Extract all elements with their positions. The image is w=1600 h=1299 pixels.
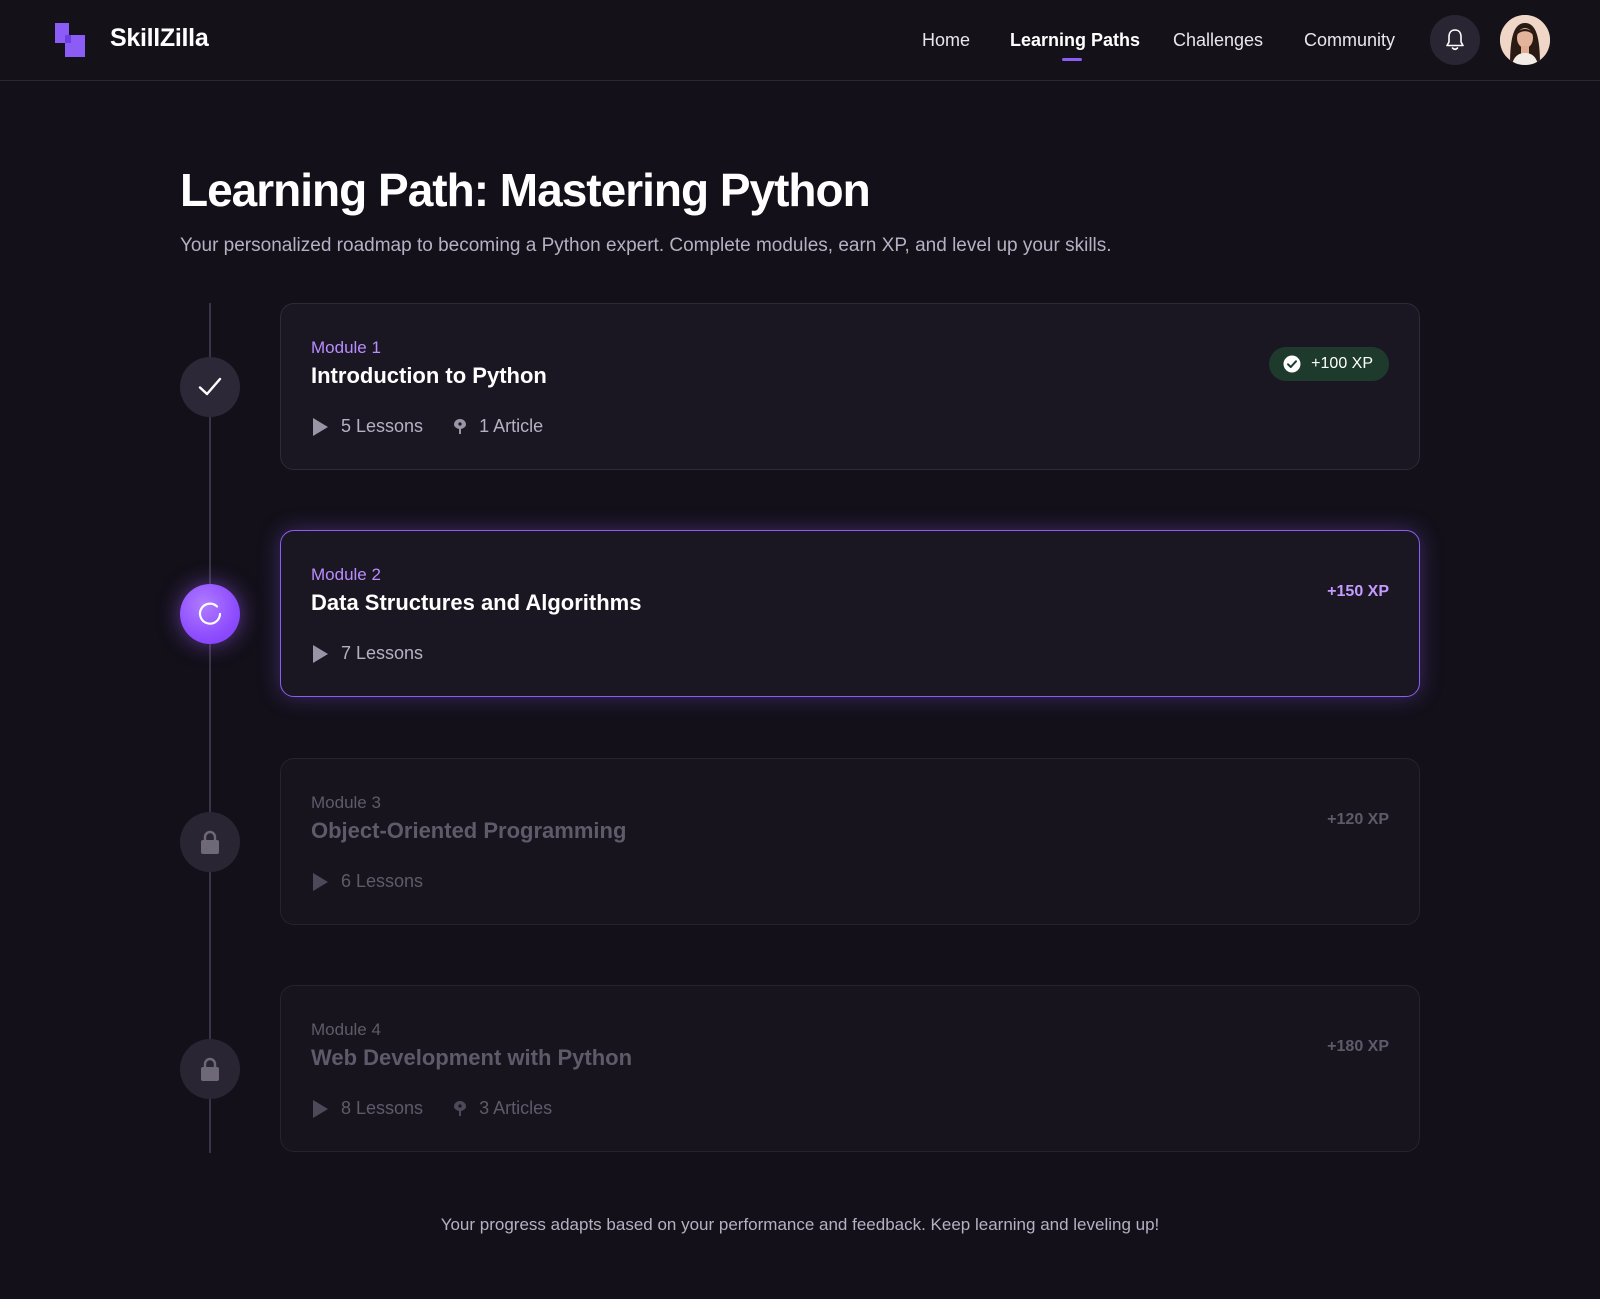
module-1-status-node [180,357,240,417]
articles-count-text: 3 Articles [479,1098,553,1118]
module-card-1[interactable]: Module 1 Introduction to Python 5 Lesson… [280,303,1420,470]
play-icon [313,872,328,891]
top-navigation-bar: SkillZilla Home Learning Paths Challenge… [0,0,1600,81]
pen-nib-icon [454,1100,467,1116]
module-card-2[interactable]: Module 2 Data Structures and Algorithms … [280,530,1420,697]
module-meta: 5 Lessons 1 Article [311,416,573,437]
module-label: Module 1 [311,338,381,357]
nav-challenges-link[interactable]: Challenges [1173,30,1263,51]
bell-icon [1446,29,1464,51]
nav-home-link[interactable]: Home [922,30,970,51]
module-card-4[interactable]: Module 4 Web Development with Python 8 L… [280,985,1420,1152]
timeline-line [209,303,211,1153]
module-label: Module 2 [311,565,381,584]
user-avatar[interactable] [1500,15,1550,65]
pen-nib-icon [454,418,467,434]
articles-count-text: 1 Article [479,416,544,436]
module-meta: 7 Lessons [311,643,453,664]
page-title: Learning Path: Mastering Python [180,164,871,216]
lock-icon [201,1057,219,1081]
lessons-count-text: 7 Lessons [341,643,424,663]
lessons-count: 6 Lessons [311,871,423,892]
page-subtitle: Your personalized roadmap to becoming a … [180,235,1112,256]
nav-learning-paths-link[interactable]: Learning Paths [1010,30,1140,51]
check-circle-icon [1283,355,1301,373]
play-icon [313,1099,328,1118]
lessons-count: 7 Lessons [311,643,423,664]
user-portrait-icon [1500,15,1550,65]
play-icon [313,644,328,663]
module-title: Introduction to Python [311,363,547,388]
module-title: Web Development with Python [311,1045,633,1070]
module-2-status-node [180,584,240,644]
module-label: Module 4 [311,1020,381,1039]
articles-count: 1 Article [453,416,543,437]
xp-earned-badge: +100 XP [1269,347,1389,381]
xp-reward-text: +180 XP [1327,1038,1389,1055]
module-card-3[interactable]: Module 3 Object-Oriented Programming 6 L… [280,758,1420,925]
module-title: Data Structures and Algorithms [311,590,642,615]
lessons-count: 8 Lessons [311,1098,423,1119]
lock-icon [201,830,219,854]
lessons-count-text: 8 Lessons [341,1098,424,1118]
lessons-count: 5 Lessons [311,416,423,437]
lessons-count-text: 5 Lessons [341,416,424,436]
module-meta: 8 Lessons 3 Articles [311,1098,582,1119]
articles-count: 3 Articles [453,1098,552,1119]
xp-earned-text: +100 XP [1311,355,1373,372]
module-4-status-node [180,1039,240,1099]
xp-reward-text: +120 XP [1327,811,1389,828]
module-title: Object-Oriented Programming [311,818,627,843]
module-meta: 6 Lessons [311,871,453,892]
module-3-status-node [180,812,240,872]
module-label: Module 3 [311,793,381,812]
brand-logo-icon[interactable] [55,23,85,57]
notifications-button[interactable] [1430,15,1480,65]
play-icon [313,417,328,436]
brand-name[interactable]: SkillZilla [110,24,209,53]
progress-footer-note: Your progress adapts based on your perfo… [440,1215,1160,1234]
xp-reward-text: +150 XP [1327,583,1389,600]
nav-active-indicator [1062,58,1082,61]
nav-community-link[interactable]: Community [1304,30,1395,51]
lessons-count-text: 6 Lessons [341,871,424,891]
check-icon [198,377,222,396]
progress-spinner-icon [198,602,222,625]
